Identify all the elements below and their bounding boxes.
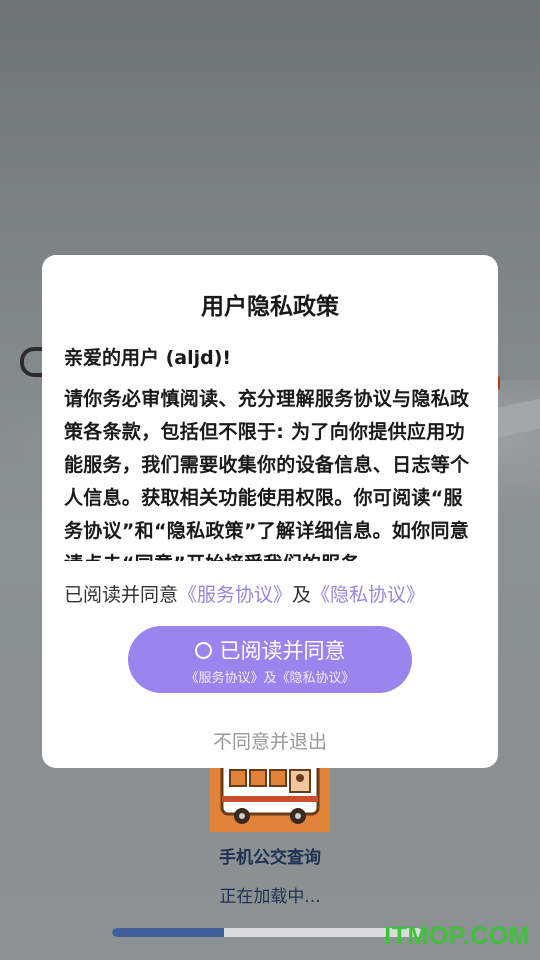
agree-button[interactable]: 已阅读并同意 《服务协议》及《隐私协议》 [128,626,412,693]
background-headset-icon [20,347,42,377]
circle-checkbox-icon [194,641,212,659]
agreement-prefix: 已阅读并同意 [64,584,179,606]
loading-progress-fill [112,928,224,937]
watermark-logo: ITMOP.COM [384,922,530,950]
loading-text: 正在加载中... [219,887,321,907]
loading-progress-bar [112,928,422,937]
decline-exit-button[interactable]: 不同意并退出 [42,727,498,754]
agreement-and: 及 [292,584,312,606]
dialog-body-text: 请你务必审慎阅读、充分理解服务协议与隐私政策各条款，包括但不限于: 为了向你提供… [64,388,470,561]
dialog-greeting: 亲爱的用户 (aljd)! [64,347,232,369]
agree-button-main: 已阅读并同意 [128,635,412,665]
dialog-body-scroll[interactable]: 请你务必审慎阅读、充分理解服务协议与隐私政策各条款，包括但不限于: 为了向你提供… [64,383,482,561]
app-name: 手机公交查询 [219,848,321,868]
privacy-policy-link[interactable]: 《隐私协议》 [311,584,425,606]
service-agreement-link[interactable]: 《服务协议》 [178,584,292,606]
dialog-title: 用户隐私政策 [201,294,339,320]
privacy-dialog: 用户隐私政策 亲爱的用户 (aljd)! 请你务必审慎阅读、充分理解服务协议与隐… [42,255,498,768]
agree-button-label: 已阅读并同意 [219,639,346,663]
agree-button-sublabel: 《服务协议》及《隐私协议》 [185,671,355,686]
agreement-statement: 已阅读并同意《服务协议》及《隐私协议》 [64,580,425,607]
